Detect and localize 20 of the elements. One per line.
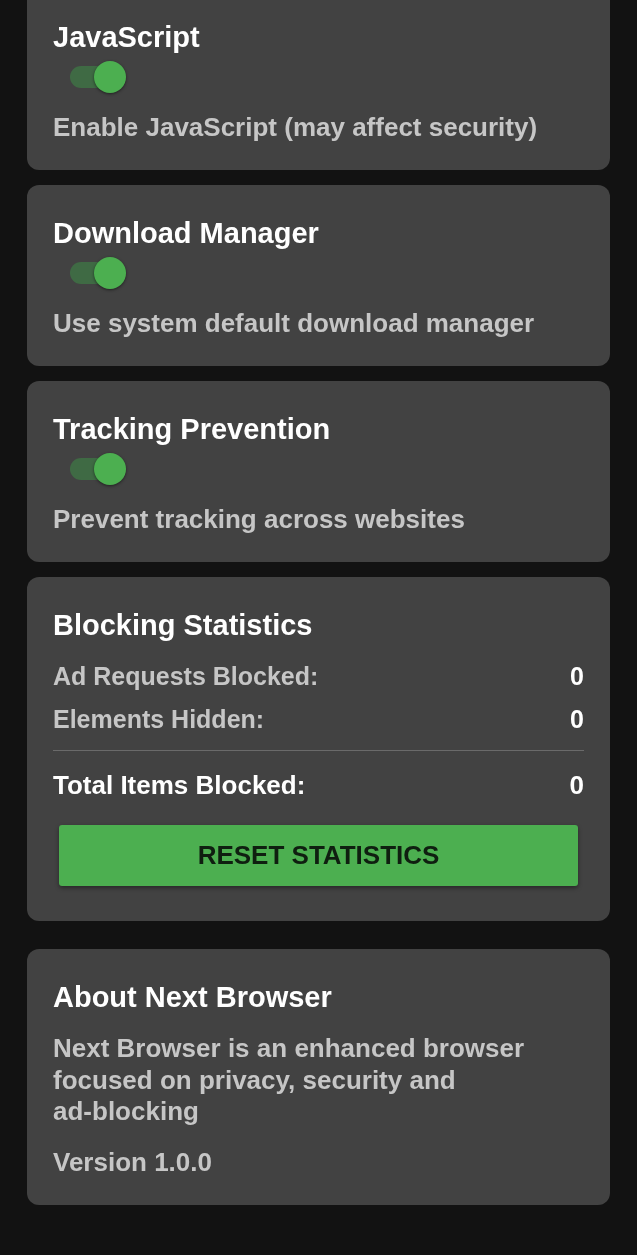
stat-value: 0 xyxy=(570,704,584,735)
toggle-switch[interactable] xyxy=(70,257,126,289)
toggle-switch[interactable] xyxy=(70,61,126,93)
version-text: Version 1.0.0 xyxy=(53,1145,212,1178)
setting-title: Download Manager xyxy=(53,217,319,249)
stat-label: Ad Requests Blocked: xyxy=(53,661,319,692)
about-title: About Next Browser xyxy=(53,981,332,1013)
setting-title: JavaScript xyxy=(53,21,200,53)
setting-title: Tracking Prevention xyxy=(53,413,331,445)
setting-description: Prevent tracking across websites xyxy=(53,503,465,535)
total-value: 0 xyxy=(569,769,584,801)
reset-statistics-button[interactable]: RESET STATISTICS xyxy=(59,825,578,886)
stat-value: 0 xyxy=(570,661,584,692)
stat-label: Elements Hidden: xyxy=(53,704,265,735)
about-description: Next Browser is an enhanced browser focused on privacy, security and ad-blocking xyxy=(53,1033,526,1128)
toggle-switch[interactable] xyxy=(70,453,126,485)
statistics-title: Blocking Statistics xyxy=(53,609,313,641)
setting-description: Enable JavaScript (may affect security) xyxy=(53,111,538,143)
total-label: Total Items Blocked: xyxy=(53,769,306,801)
setting-description: Use system default download manager xyxy=(53,307,535,339)
